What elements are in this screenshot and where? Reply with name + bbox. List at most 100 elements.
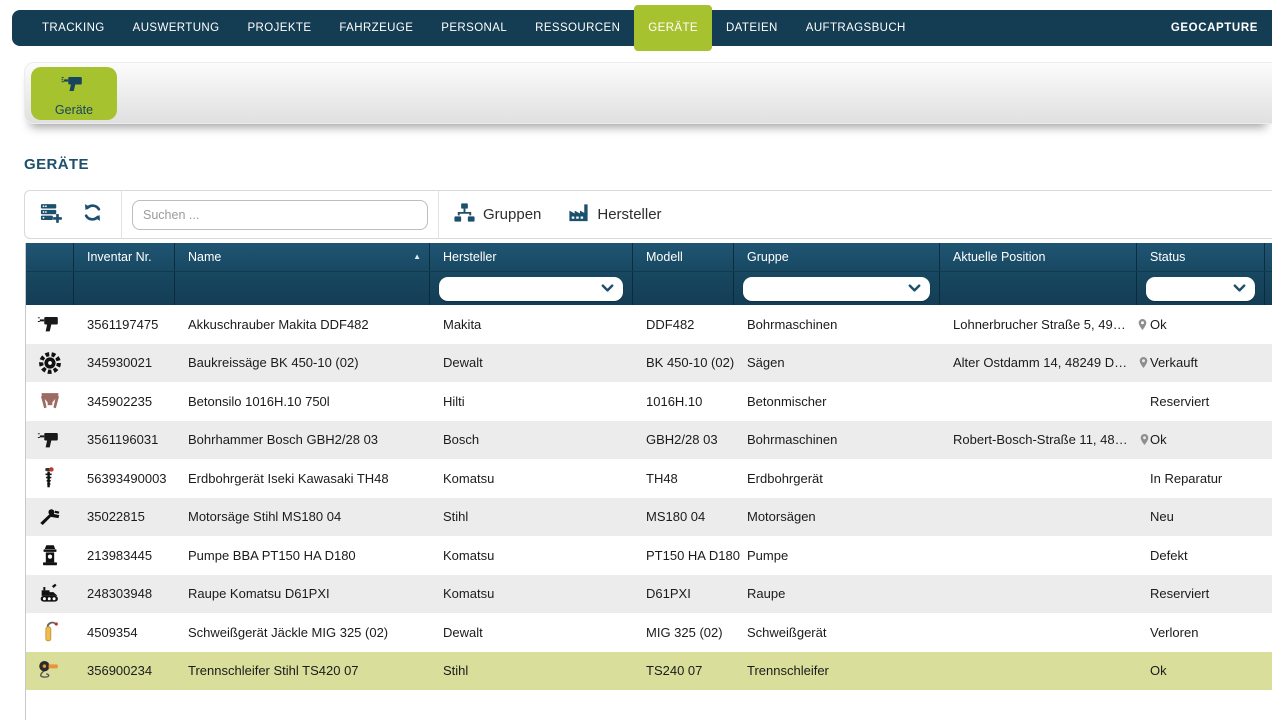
nav-items: TRACKINGAUSWERTUNGPROJEKTEFAHRZEUGEPERSO… [28,5,920,51]
filter-cell-name [175,272,430,305]
drill-icon [26,311,74,337]
drill-icon [59,71,89,102]
cell-modell: PT150 HA D180 [633,548,734,563]
table-row[interactable]: 35022815Motorsäge Stihl MS180 04StihlMS1… [26,498,1272,537]
cell-hersteller: Dewalt [430,625,633,640]
cell-name: Erdbohrgerät Iseki Kawasaki TH48 [175,471,430,486]
refresh-button[interactable] [75,201,109,229]
cell-name: Akkuschrauber Makita DDF482 [175,317,430,332]
filter-cell-inventar-nr [74,272,175,305]
table-row[interactable]: 345902235Betonsilo 1016H.10 750lHilti101… [26,382,1272,421]
column-header-label: Status [1150,243,1185,271]
hersteller-button-label: Hersteller [597,206,661,223]
table-row[interactable]: 356900234Trennschleifer Stihl TS420 07St… [26,652,1272,691]
column-header-label: Modell [646,243,683,271]
cell-inventar-nr: 4509354 [74,625,175,640]
cell-hersteller: Hilti [430,394,633,409]
filter-select-hersteller[interactable] [439,277,623,301]
cell-name: Motorsäge Stihl MS180 04 [175,509,430,524]
nav-item-dateien[interactable]: DATEIEN [712,10,792,46]
filter-select-status[interactable] [1146,277,1255,301]
cell-status: Verkauft [1137,355,1265,370]
add-device-button[interactable] [33,201,67,229]
filter-cell-aktuelle-position [940,272,1137,305]
hersteller-button[interactable]: Hersteller [567,201,661,228]
nav-item-ressourcen[interactable]: RESSOURCEN [521,10,634,46]
cell-hersteller: Komatsu [430,548,633,563]
saw-blade-icon [26,350,74,376]
drill-icon [26,427,74,453]
nav-item-projekte[interactable]: PROJEKTE [233,10,325,46]
cell-status: Ok [1137,663,1265,678]
toolbar-divider [438,191,439,239]
nav-item-personal[interactable]: PERSONAL [427,10,521,46]
filter-select-gruppe[interactable] [743,277,930,301]
table-row[interactable]: 213983445Pumpe BBA PT150 HA D180KomatsuP… [26,536,1272,575]
column-header-status[interactable]: Status [1137,243,1265,271]
table-row[interactable]: 3561197475Akkuschrauber Makita DDF482Mak… [26,305,1272,344]
position-text: Robert-Bosch-Straße 11, 48… [953,432,1128,447]
table-body: 3561197475Akkuschrauber Makita DDF482Mak… [26,305,1272,690]
nav-item-auswertung[interactable]: AUSWERTUNG [119,10,234,46]
table-row[interactable]: 345930021Baukreissäge BK 450-10 (02)Dewa… [26,344,1272,383]
chainsaw-icon [26,504,74,530]
welding-torch-icon [26,619,74,645]
nav-item-fahrzeuge[interactable]: FAHRZEUGE [325,10,427,46]
cell-hersteller: Komatsu [430,471,633,486]
cell-modell: D61PXI [633,586,734,601]
search-input[interactable] [132,200,428,230]
sort-ascending-icon: ▲ [413,243,421,271]
table-row[interactable]: 3561196031Bohrhammer Bosch GBH2/28 03Bos… [26,421,1272,460]
nav-item-tracking[interactable]: TRACKING [28,10,119,46]
cell-aktuelle-position: Robert-Bosch-Straße 11, 48… [940,432,1137,447]
filter-cell-empty [1265,272,1272,305]
geraete-button-label: Geräte [55,103,93,117]
column-header-hersteller[interactable]: Hersteller [430,243,633,271]
column-header-label: Gruppe [747,243,789,271]
column-header-empty [26,243,74,271]
cell-inventar-nr: 213983445 [74,548,175,563]
cell-inventar-nr: 3561196031 [74,432,175,447]
earth-auger-icon [26,465,74,491]
cell-name: Pumpe BBA PT150 HA D180 [175,548,430,563]
cell-inventar-nr: 345902235 [74,394,175,409]
nav-item-auftragsbuch[interactable]: AUFTRAGSBUCH [792,10,920,46]
column-header-name[interactable]: Name ▲ [175,243,430,271]
cell-modell: 1016H.10 [633,394,734,409]
cell-status: In Reparatur [1137,471,1265,486]
filter-cell-gruppe [734,272,940,305]
nav-item-geräte[interactable]: GERÄTE [634,5,712,51]
cell-modell: MIG 325 (02) [633,625,734,640]
cell-gruppe: Bohrmaschinen [734,432,940,447]
column-header-aktuelle-position[interactable]: Aktuelle Position [940,243,1137,271]
cell-status: Ok [1137,432,1265,447]
brand-logo[interactable]: GEOCAPTURE [1171,22,1272,34]
cell-gruppe: Schweißgerät [734,625,940,640]
column-header-label: Name [188,243,221,271]
chevron-down-icon [908,284,921,293]
column-header-modell[interactable]: Modell [633,243,734,271]
position-text: Alter Ostdamm 14, 48249 D… [953,355,1127,370]
gruppen-button[interactable]: Gruppen [453,201,541,228]
cell-status: Neu [1137,509,1265,524]
column-header-empty [1265,243,1272,271]
cell-name: Schweißgerät Jäckle MIG 325 (02) [175,625,430,640]
table-row[interactable]: 56393490003Erdbohrgerät Iseki Kawasaki T… [26,459,1272,498]
column-header-gruppe[interactable]: Gruppe [734,243,940,271]
cell-modell: MS180 04 [633,509,734,524]
cell-name: Bohrhammer Bosch GBH2/28 03 [175,432,430,447]
actions-toolbar: Gruppen Hersteller [24,190,1272,239]
table-row[interactable]: 248303948Raupe Komatsu D61PXIKomatsuD61P… [26,575,1272,614]
factory-icon [567,201,590,228]
cell-gruppe: Pumpe [734,548,940,563]
cell-inventar-nr: 56393490003 [74,471,175,486]
geraete-table: Inventar Nr. Name ▲ Hersteller Modell Gruppe A… [25,243,1272,720]
table-header-labels: Inventar Nr. Name ▲ Hersteller Modell Gruppe A… [26,243,1272,271]
gruppen-button-label: Gruppen [483,206,541,223]
cell-hersteller: Bosch [430,432,633,447]
column-header-label: Hersteller [443,243,497,271]
chevron-down-icon [601,284,614,293]
column-header-inventar-nr[interactable]: Inventar Nr. [74,243,175,271]
table-row[interactable]: 4509354Schweißgerät Jäckle MIG 325 (02)D… [26,613,1272,652]
geraete-module-button[interactable]: Geräte [31,67,117,120]
